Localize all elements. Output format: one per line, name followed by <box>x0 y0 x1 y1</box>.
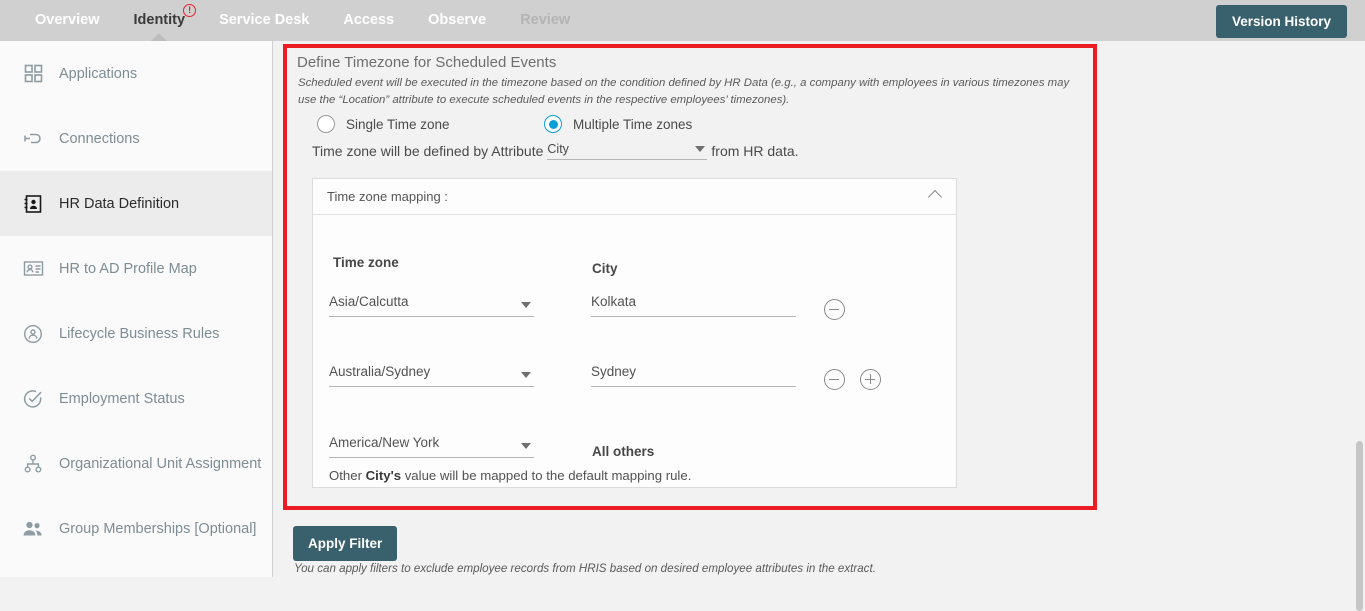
radio-multiple-time-zones[interactable]: Multiple Time zones <box>544 115 692 133</box>
column-header-city: City <box>592 261 618 276</box>
nav-tab-access-label: Access <box>343 12 395 28</box>
city-input-1[interactable]: Kolkata <box>591 293 796 317</box>
version-history-button[interactable]: Version History <box>1215 5 1347 38</box>
lifecycle-icon <box>22 323 44 345</box>
page-title: Define Timezone for Scheduled Events <box>297 54 557 71</box>
table-row: Asia/Calcutta Kolkata <box>313 293 956 333</box>
city-input-2-value: Sydney <box>591 364 637 379</box>
chevron-down-icon <box>521 302 531 308</box>
all-others-label: All others <box>592 444 655 459</box>
timezone-select-3-value: America/New York <box>329 435 440 450</box>
add-row-icon[interactable] <box>860 369 881 390</box>
plug-icon <box>22 128 44 150</box>
timezone-select-3[interactable]: America/New York <box>329 434 534 458</box>
sidebar-item-hr-to-ad-profile-map-label: HR to AD Profile Map <box>59 260 197 277</box>
default-mapping-note: Other City's value will be mapped to the… <box>329 468 691 483</box>
nav-tab-overview[interactable]: Overview <box>18 0 117 41</box>
remove-row-icon[interactable] <box>824 369 845 390</box>
nav-tab-service-desk-label: Service Desk <box>219 12 310 28</box>
sidebar-item-applications[interactable]: Applications <box>0 41 272 106</box>
default-note-prefix: Other <box>329 468 366 483</box>
sidebar-item-applications-label: Applications <box>59 65 138 82</box>
check-circle-icon <box>22 388 44 410</box>
nav-tab-observe[interactable]: Observe <box>411 0 503 41</box>
timezone-select-2-value: Australia/Sydney <box>329 364 431 379</box>
nav-tab-access[interactable]: Access <box>326 0 411 41</box>
sidebar-item-group-memberships[interactable]: Group Memberships [Optional] <box>0 496 272 561</box>
sidebar-item-organizational-unit-assignment[interactable]: Organizational Unit Assignment <box>0 431 272 496</box>
default-note-attribute: City's <box>365 468 402 483</box>
sidebar-item-lifecycle-business-rules[interactable]: Lifecycle Business Rules <box>0 301 272 366</box>
radio-single-time-zone[interactable]: Single Time zone <box>317 115 450 133</box>
city-input-1-value: Kolkata <box>591 294 637 309</box>
top-navigation-bar: Overview Identity ! Service Desk Access … <box>0 0 1365 42</box>
timezone-select-1[interactable]: Asia/Calcutta <box>329 293 534 317</box>
city-input-2[interactable]: Sydney <box>591 363 796 387</box>
nav-tab-observe-label: Observe <box>428 12 487 28</box>
apply-filter-note: You can apply filters to exclude employe… <box>294 562 876 575</box>
warning-icon: ! <box>183 4 197 17</box>
chevron-down-icon <box>521 443 531 449</box>
apply-filter-button[interactable]: Apply Filter <box>293 526 398 561</box>
attribute-select-value: City <box>547 142 569 156</box>
default-note-suffix: value will be mapped to the default mapp… <box>401 468 692 483</box>
grid-icon <box>22 63 44 85</box>
sidebar-item-employment-status[interactable]: Employment Status <box>0 366 272 431</box>
column-header-timezone: Time zone <box>333 255 399 270</box>
remove-row-icon[interactable] <box>824 299 845 320</box>
timezone-mode-radio-group: Single Time zone Multiple Time zones <box>317 115 877 137</box>
attribute-select[interactable]: City <box>547 140 708 160</box>
timezone-mapping-card: Time zone mapping : Time zone City Asia/… <box>312 178 957 488</box>
main-content: Define Timezone for Scheduled Events Sch… <box>274 41 1365 611</box>
nav-tab-identity-label: Identity <box>133 12 186 28</box>
chevron-down-icon <box>695 146 706 152</box>
attribute-tail-text: from HR data. <box>711 143 799 159</box>
contact-card-icon <box>22 193 44 215</box>
sidebar-item-hr-data-definition-label: HR Data Definition <box>59 195 180 212</box>
sidebar-item-employment-status-label: Employment Status <box>59 390 185 407</box>
id-card-icon <box>22 258 44 280</box>
sidebar-item-hr-data-definition[interactable]: HR Data Definition <box>0 171 272 236</box>
timezone-select-2[interactable]: Australia/Sydney <box>329 363 534 387</box>
nav-tab-identity[interactable]: Identity ! <box>117 0 203 42</box>
sidebar-item-lifecycle-business-rules-label: Lifecycle Business Rules <box>59 325 220 342</box>
attribute-selector-row: Time zone will be defined by Attribute C… <box>312 140 799 160</box>
org-tree-icon <box>22 453 44 475</box>
nav-tab-service-desk[interactable]: Service Desk <box>202 0 326 41</box>
radio-multiple-time-zones-indicator[interactable] <box>544 115 562 133</box>
chevron-down-icon <box>521 372 531 378</box>
vertical-scrollbar[interactable] <box>1356 441 1363 611</box>
nav-tab-review[interactable]: Review <box>503 0 587 41</box>
radio-multiple-time-zones-label: Multiple Time zones <box>573 116 693 132</box>
nav-tab-list: Overview Identity ! Service Desk Access … <box>18 0 587 42</box>
timezone-select-1-value: Asia/Calcutta <box>329 294 409 309</box>
sidebar-item-hr-to-ad-profile-map[interactable]: HR to AD Profile Map <box>0 236 272 301</box>
radio-single-time-zone-indicator[interactable] <box>317 115 335 133</box>
sidebar: Applications Connections HR Data Definit… <box>0 41 273 577</box>
timezone-mapping-header[interactable]: Time zone mapping : <box>313 179 956 215</box>
nav-tab-review-label: Review <box>520 12 571 28</box>
nav-tab-overview-label: Overview <box>35 12 100 28</box>
attribute-lead-text: Time zone will be defined by Attribute <box>312 143 544 159</box>
sidebar-item-connections-label: Connections <box>59 130 140 147</box>
table-row: Australia/Sydney Sydney <box>313 363 956 403</box>
timezone-mapping-body: Time zone City Asia/Calcutta Kolkata Aus… <box>313 215 956 488</box>
people-icon <box>22 518 44 540</box>
radio-single-time-zone-label: Single Time zone <box>346 116 450 132</box>
timezone-settings-highlight-box: Define Timezone for Scheduled Events Sch… <box>283 44 1097 510</box>
sidebar-item-connections[interactable]: Connections <box>0 106 272 171</box>
timezone-mapping-header-label: Time zone mapping : <box>327 189 448 204</box>
panel-description: Scheduled event will be executed in the … <box>298 77 1070 106</box>
sidebar-item-organizational-unit-assignment-label: Organizational Unit Assignment <box>59 455 262 472</box>
sidebar-item-group-memberships-label: Group Memberships [Optional] <box>59 520 257 537</box>
chevron-up-icon[interactable] <box>927 189 943 205</box>
